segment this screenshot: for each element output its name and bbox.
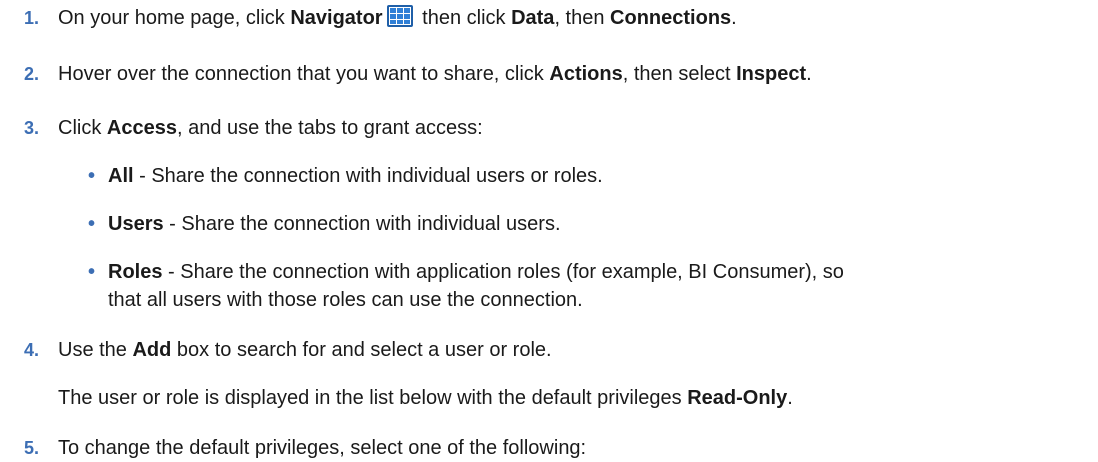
bullet-marker: • (88, 213, 96, 235)
text-run: - Share the connection with individual u… (133, 165, 603, 187)
text-run: Click (58, 117, 107, 139)
ui-term-connections: Connections (610, 7, 732, 29)
ui-term-data: Data (511, 7, 555, 29)
step-text: On your home page, click Navigator then … (58, 5, 737, 29)
text-run: box to search for and select a user or r… (171, 339, 552, 361)
text-run: then click (416, 7, 512, 29)
text-run: . (806, 63, 812, 85)
bullet-roles: • Roles - Share the connection with appli… (88, 258, 844, 286)
text-run: Hover over the connection that you want … (58, 63, 550, 85)
text-run: . (731, 7, 737, 29)
bullet-all: • All - Share the connection with individ… (88, 162, 603, 190)
text-run: On your home page, click (58, 7, 291, 29)
bullet-marker: • (88, 165, 96, 187)
text-run: - Share the connection with application … (162, 261, 844, 283)
step-number: 3. (24, 118, 40, 138)
ui-term-all: All (108, 165, 134, 187)
ui-term-navigator: Navigator (290, 7, 383, 29)
step-1: 1. On your home page, click Navigator th… (24, 4, 737, 32)
ui-term-access: Access (106, 117, 177, 139)
ui-term-inspect: Inspect (736, 63, 807, 85)
text-run: The user or role is displayed in the lis… (58, 387, 688, 409)
step-text: To change the default privileges, select… (58, 437, 587, 459)
step-number: 2. (24, 64, 40, 84)
step-text: Use the Add box to search for and select… (58, 339, 552, 361)
step-3: 3. Click Access, and use the tabs to gran… (24, 114, 483, 142)
ui-term-add: Add (132, 339, 172, 361)
step-4: 4. Use the Add box to search for and sele… (24, 336, 552, 364)
ui-term-users: Users (108, 213, 164, 235)
ui-term-read-only: Read-Only (687, 387, 788, 409)
bullet-users: • Users - Share the connection with indiv… (88, 210, 561, 238)
navigator-grid-icon (386, 5, 413, 27)
text-run: , and use the tabs to grant access: (176, 117, 483, 139)
bullet-marker: • (88, 261, 96, 283)
step-4-result-paragraph: The user or role is displayed in the lis… (58, 384, 793, 412)
step-5: 5. To change the default privileges, sele… (24, 434, 586, 462)
text-run: , then (554, 7, 611, 29)
text-run: - Share the connection with individual u… (163, 213, 561, 235)
step-number: 1. (24, 8, 40, 28)
step-text: Click Access, and use the tabs to grant … (58, 117, 483, 139)
text-run: . (787, 387, 793, 409)
step-text: Hover over the connection that you want … (58, 63, 812, 85)
ui-term-roles: Roles (108, 261, 163, 283)
bullet-roles-continuation: that all users with those roles can use … (108, 289, 583, 311)
ui-term-actions: Actions (549, 63, 623, 85)
step-2: 2. Hover over the connection that you wan… (24, 60, 812, 88)
text-run: Use the (58, 339, 133, 361)
text-run: , then select (622, 63, 737, 85)
step-number: 4. (24, 340, 40, 360)
step-number: 5. (24, 438, 40, 458)
